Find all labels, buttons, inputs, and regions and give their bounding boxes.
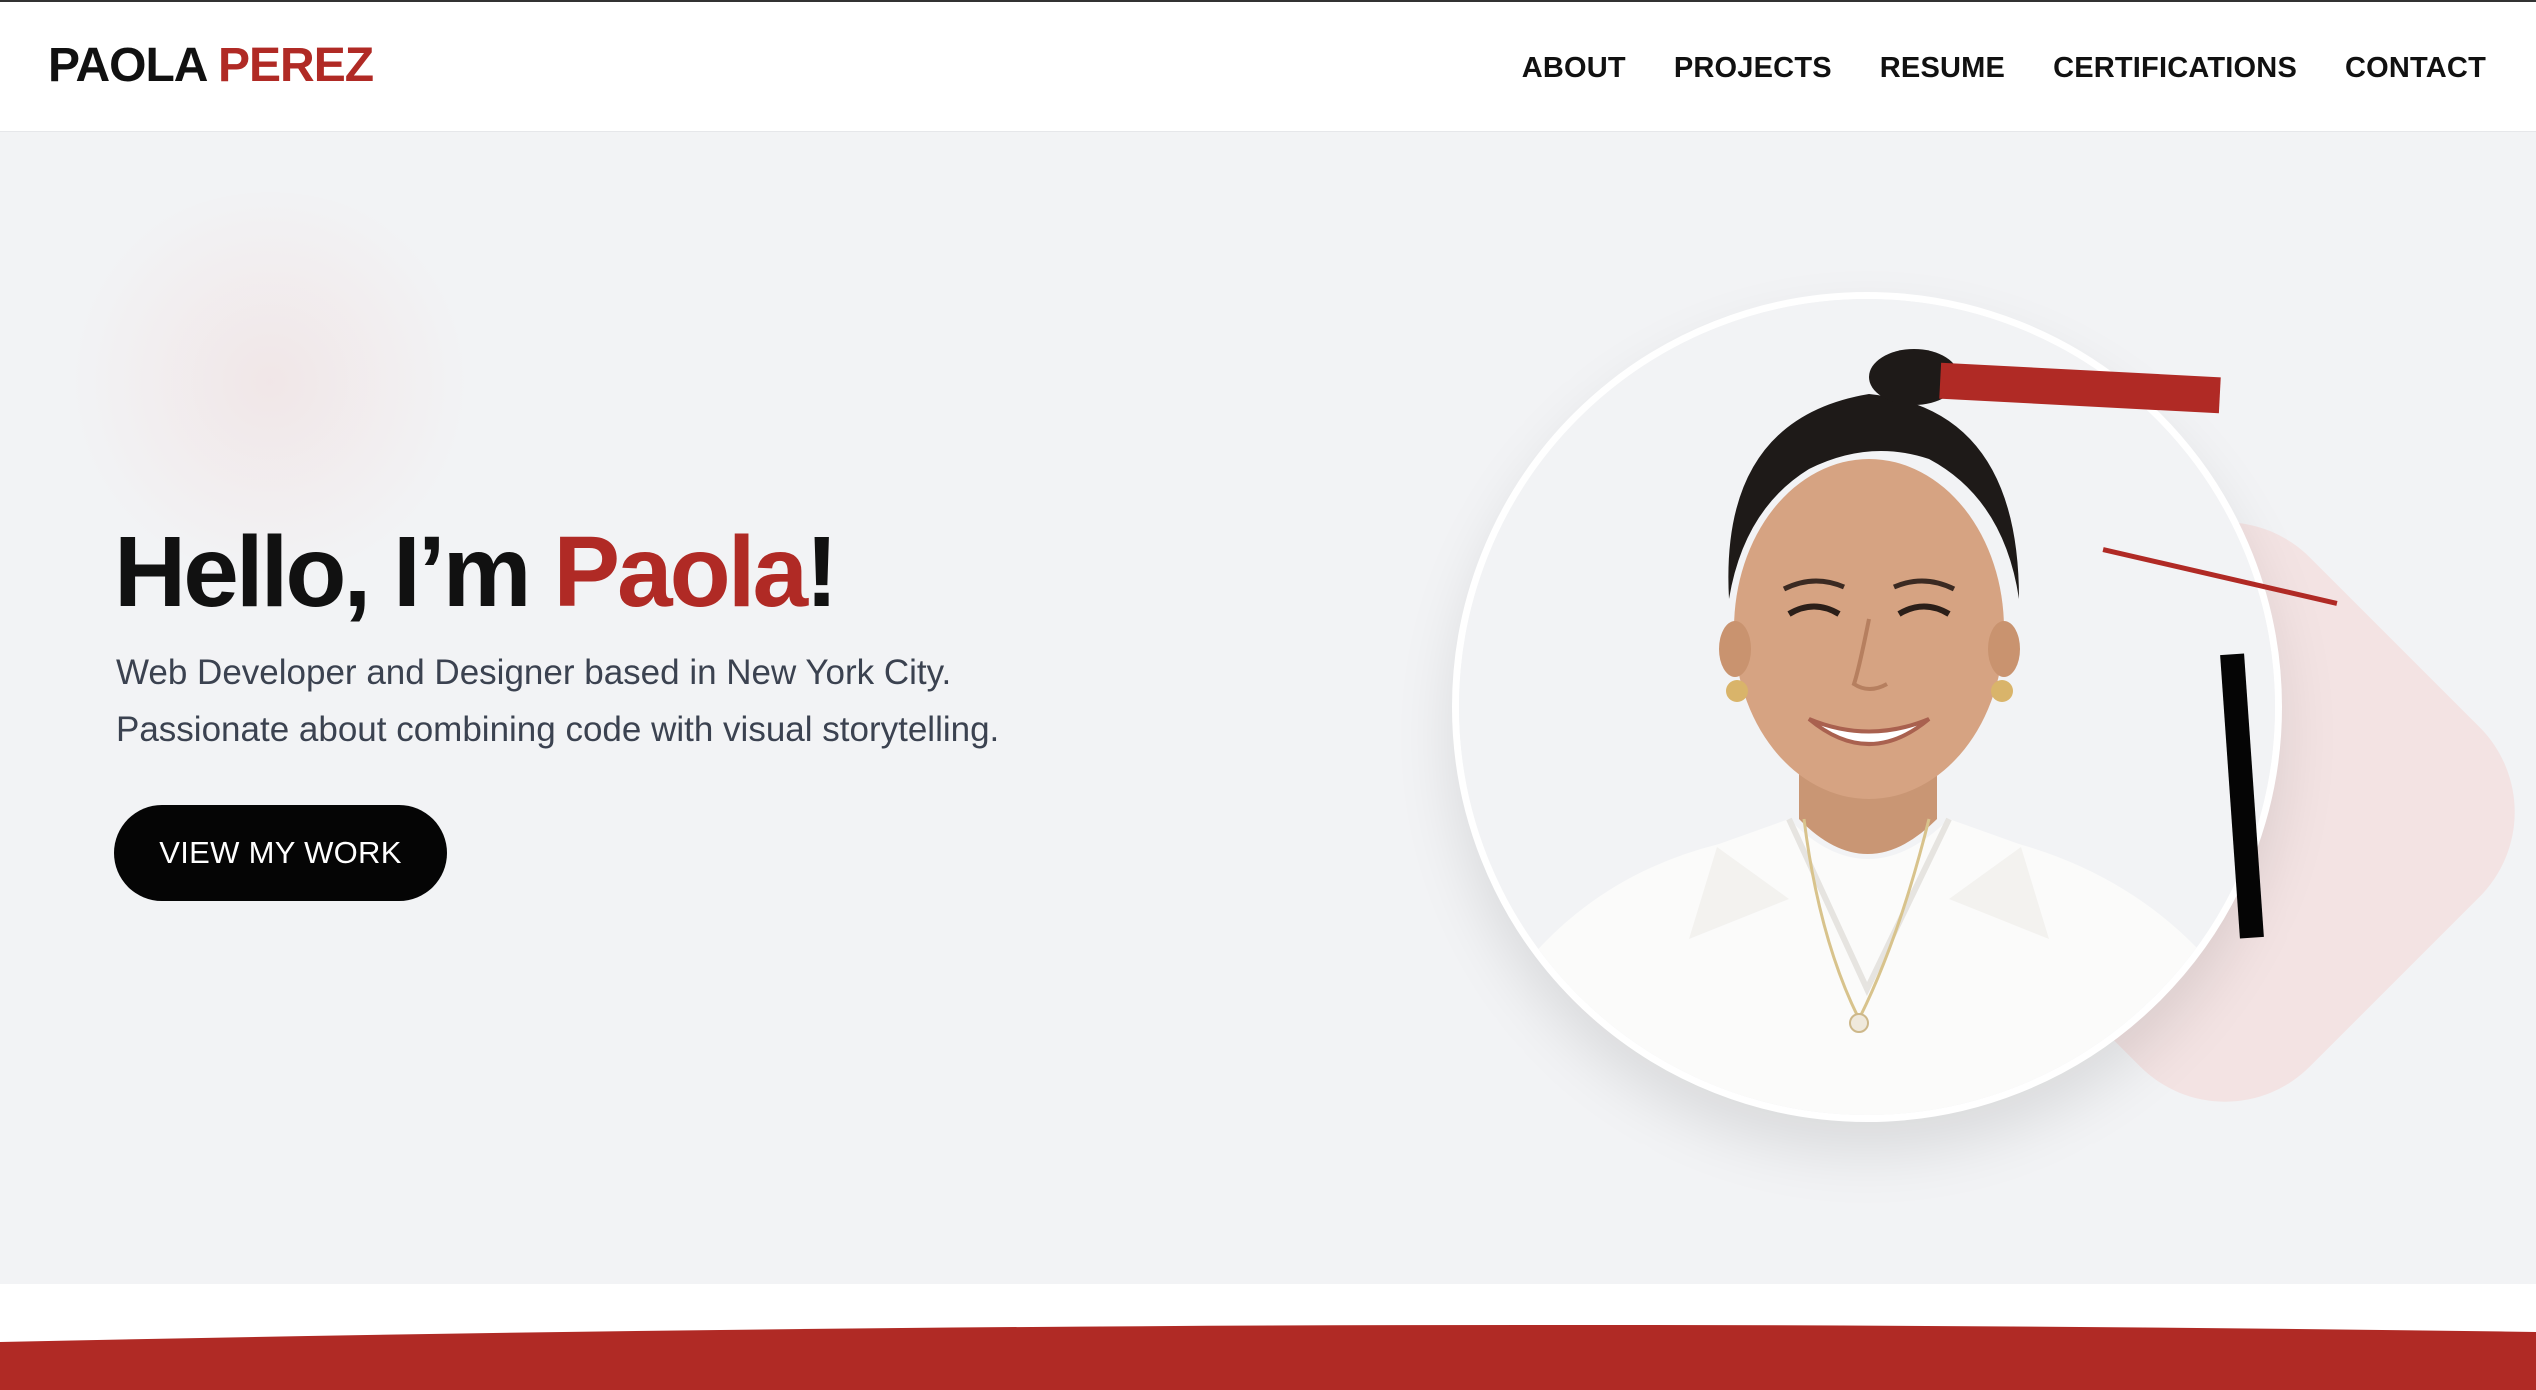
- nav-projects[interactable]: PROJECTS: [1674, 48, 1832, 88]
- tagline-line-2: Passionate about combining code with vis…: [116, 710, 1000, 749]
- section-divider-wave: [0, 1284, 2536, 1390]
- nav-resume[interactable]: RESUME: [1880, 48, 2005, 88]
- main-nav: ABOUT PROJECTS RESUME CERTIFICATIONS CON…: [1522, 48, 2486, 88]
- logo-last-name: PEREZ: [218, 39, 374, 92]
- red-wave-shape: [0, 1324, 2536, 1390]
- nav-certifications[interactable]: CERTIFICATIONS: [2053, 48, 2297, 88]
- hero-headline: Hello, I’m Paola!: [114, 512, 838, 632]
- profile-portrait: [1452, 292, 2282, 1122]
- page: PAOLA PEREZ ABOUT PROJECTS RESUME CERTIF…: [0, 0, 2536, 1390]
- portrait-illustration: [1459, 299, 2275, 1115]
- hero-section: Hello, I’m Paola! Web Developer and Desi…: [0, 132, 2536, 1284]
- headline-name: Paola: [553, 516, 808, 628]
- tagline-line-1: Web Developer and Designer based in New …: [116, 653, 952, 692]
- nav-about[interactable]: ABOUT: [1522, 48, 1626, 88]
- headline-exclamation: !: [805, 516, 838, 628]
- site-header: PAOLA PEREZ ABOUT PROJECTS RESUME CERTIF…: [0, 2, 2536, 132]
- site-logo[interactable]: PAOLA PEREZ: [48, 36, 374, 96]
- headline-greeting: Hello, I’m: [114, 516, 554, 628]
- hero-tagline: Web Developer and Designer based in New …: [116, 644, 1216, 758]
- logo-first-name: PAOLA: [48, 39, 207, 92]
- view-my-work-button[interactable]: VIEW MY WORK: [114, 805, 447, 901]
- nav-contact[interactable]: CONTACT: [2345, 48, 2486, 88]
